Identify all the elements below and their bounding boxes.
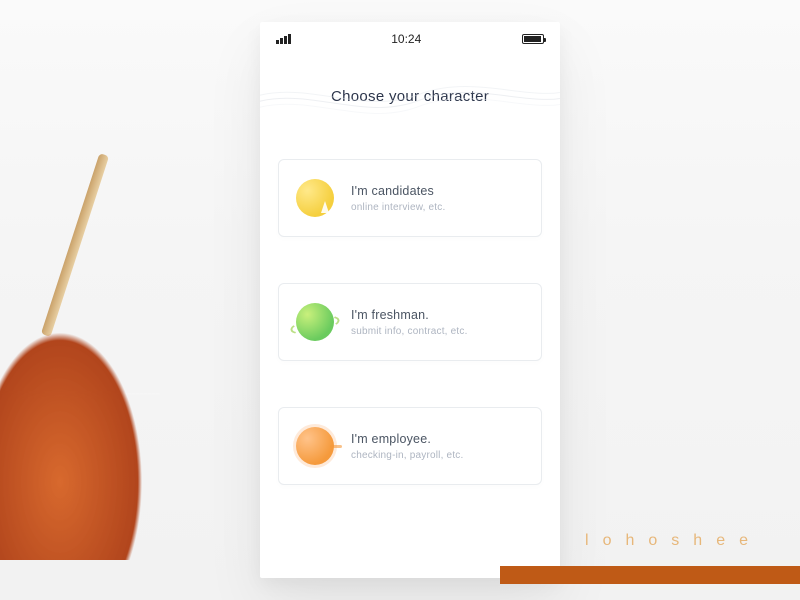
signal-icon xyxy=(276,34,291,44)
character-options: I'm candidates online interview, etc. I'… xyxy=(260,159,560,485)
option-title: I'm employee. xyxy=(351,432,463,446)
brand-wordmark: lohoshee xyxy=(585,532,762,550)
accent-strip xyxy=(500,566,800,584)
planet-green-icon xyxy=(293,300,337,344)
option-employee[interactable]: I'm employee. checking-in, payroll, etc. xyxy=(278,407,542,485)
planet-yellow-icon xyxy=(293,176,337,220)
status-bar: 10:24 xyxy=(260,22,560,56)
option-subtitle: checking-in, payroll, etc. xyxy=(351,450,463,461)
option-title: I'm freshman. xyxy=(351,308,468,322)
page-title: Choose your character xyxy=(260,88,560,105)
option-title: I'm candidates xyxy=(351,184,445,198)
clock: 10:24 xyxy=(391,32,421,46)
battery-icon xyxy=(522,34,544,44)
option-subtitle: online interview, etc. xyxy=(351,202,445,213)
option-freshman[interactable]: I'm freshman. submit info, contract, etc… xyxy=(278,283,542,361)
option-subtitle: submit info, contract, etc. xyxy=(351,326,468,337)
phone-frame: 10:24 Choose your character I'm candidat… xyxy=(260,22,560,578)
honey-jar xyxy=(0,300,160,560)
option-candidates[interactable]: I'm candidates online interview, etc. xyxy=(278,159,542,237)
planet-orange-icon xyxy=(293,424,337,468)
